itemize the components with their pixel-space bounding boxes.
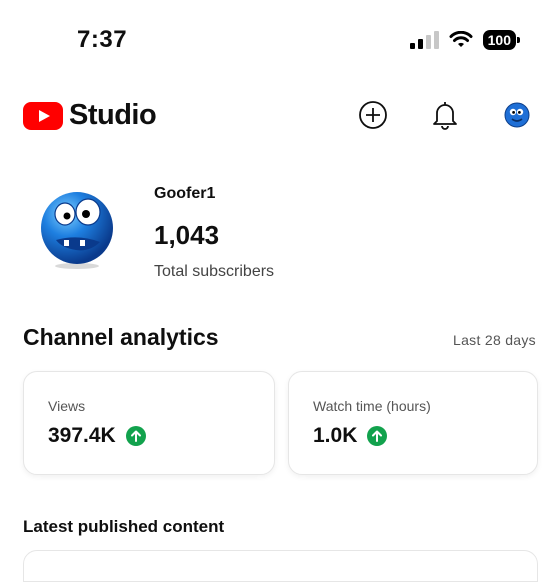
- views-label: Views: [48, 398, 86, 414]
- channel-avatar[interactable]: [38, 190, 116, 270]
- watch-time-value-row: 1.0K: [313, 424, 388, 448]
- watch-time-value: 1.0K: [313, 424, 358, 447]
- brand-text: Studio: [69, 99, 157, 131]
- bell-icon: [433, 102, 457, 130]
- analytics-period: Last 28 days: [453, 332, 536, 348]
- create-button[interactable]: [356, 98, 390, 132]
- views-card[interactable]: Views 397.4K: [23, 371, 275, 475]
- channel-analytics-title: Channel analytics: [23, 324, 219, 350]
- youtube-logo-icon: [23, 101, 63, 130]
- status-time: 7:37: [77, 26, 128, 53]
- wifi-icon: [449, 31, 473, 47]
- status-icons: 100: [409, 30, 521, 50]
- header-actions: [356, 98, 534, 132]
- cellular-signal-icon: [409, 31, 439, 49]
- studio-logo[interactable]: Studio: [23, 99, 157, 132]
- latest-content-card[interactable]: [23, 550, 538, 582]
- views-value: 397.4K: [48, 424, 116, 447]
- notifications-button[interactable]: [428, 98, 462, 132]
- subscriber-label: Total subscribers: [154, 263, 275, 280]
- trend-up-icon: [125, 426, 146, 446]
- views-value-row: 397.4K: [48, 424, 146, 448]
- channel-name[interactable]: Goofer1: [154, 185, 215, 203]
- battery-indicator: 100: [482, 30, 521, 50]
- latest-content-title: Latest published content: [23, 517, 225, 536]
- watch-time-card[interactable]: Watch time (hours) 1.0K: [288, 371, 538, 475]
- watch-time-label: Watch time (hours): [313, 398, 431, 414]
- account-avatar-button[interactable]: [500, 98, 534, 132]
- create-icon: [359, 101, 387, 129]
- trend-up-icon: [367, 426, 388, 446]
- avatar: [504, 102, 530, 128]
- subscriber-count: 1,043: [154, 220, 220, 250]
